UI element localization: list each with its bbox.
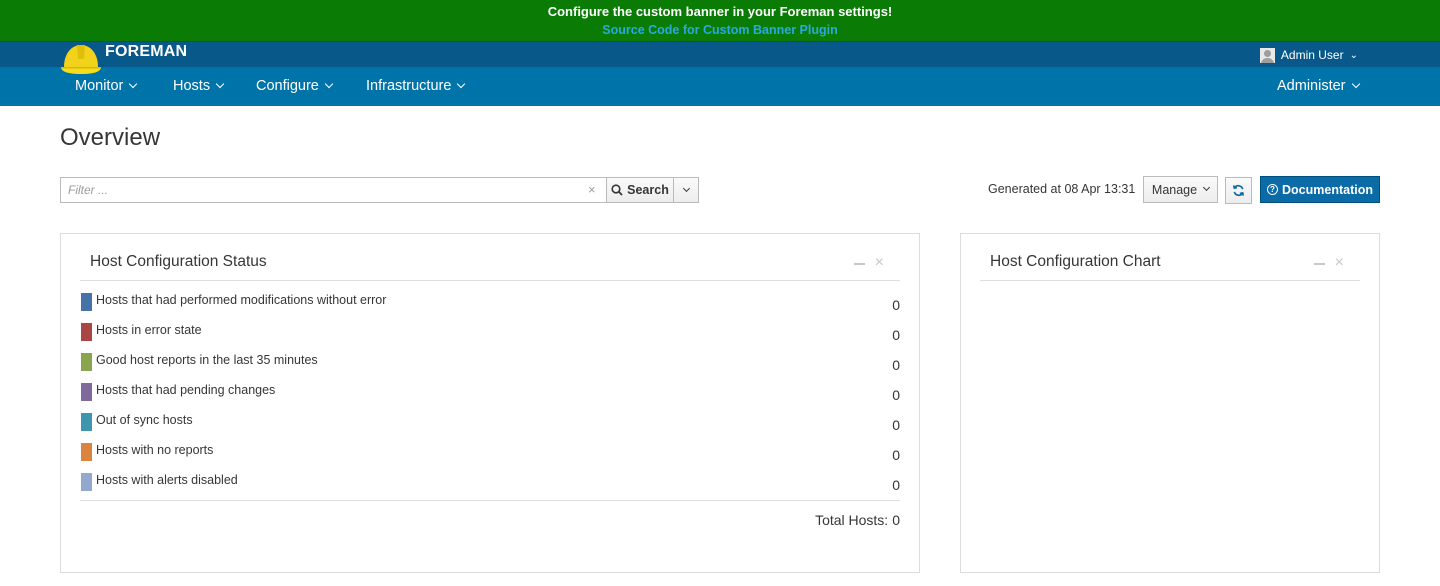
chevron-down-icon: [129, 79, 138, 89]
banner-message: Configure the custom banner in your Fore…: [547, 4, 893, 19]
legend-swatch: [81, 383, 92, 401]
status-count: 0: [892, 417, 900, 433]
chevron-down-icon: [682, 184, 690, 192]
chevron-down-icon: ⌄: [1349, 49, 1358, 61]
status-count: 0: [892, 447, 900, 463]
widget-title: Host Configuration Status: [90, 253, 267, 270]
banner-source-link[interactable]: Source Code for Custom Banner Plugin: [0, 23, 1440, 37]
nav-infrastructure[interactable]: Infrastructure: [366, 67, 466, 106]
status-label[interactable]: Hosts with no reports: [96, 443, 213, 457]
help-icon: ?: [1267, 184, 1278, 195]
generated-timestamp: Generated at 08 Apr 13:31: [988, 182, 1136, 196]
total-hosts: Total Hosts: 0: [815, 512, 900, 528]
legend-swatch: [81, 473, 92, 491]
status-row: Hosts that had performed modifications w…: [80, 291, 900, 315]
search-icon: [611, 184, 623, 196]
status-row: Hosts with alerts disabled 0: [80, 471, 900, 495]
documentation-button[interactable]: ? Documentation: [1260, 176, 1380, 203]
legend-swatch: [81, 323, 92, 341]
status-label[interactable]: Good host reports in the last 35 minutes: [96, 353, 318, 367]
total-hosts-label: Total Hosts:: [815, 512, 889, 528]
host-configuration-status-widget: Host Configuration Status × Hosts that h…: [60, 233, 920, 573]
status-row: Hosts with no reports 0: [80, 441, 900, 465]
status-row: Out of sync hosts 0: [80, 411, 900, 435]
clear-search-icon[interactable]: ×: [588, 182, 596, 197]
refresh-button[interactable]: [1225, 177, 1252, 204]
status-row: Hosts in error state 0: [80, 321, 900, 345]
divider: [80, 500, 900, 501]
legend-swatch: [81, 413, 92, 431]
status-count: 0: [892, 477, 900, 493]
user-avatar-icon: [1259, 47, 1275, 63]
status-label[interactable]: Hosts that had pending changes: [96, 383, 275, 397]
user-menu[interactable]: Admin User ⌄: [1259, 47, 1358, 63]
refresh-icon: [1232, 184, 1245, 197]
chevron-down-icon: [457, 79, 466, 89]
minimize-icon[interactable]: [1314, 263, 1325, 265]
status-count: 0: [892, 387, 900, 403]
nav-configure[interactable]: Configure: [256, 67, 334, 106]
nav-administer-label: Administer: [1277, 78, 1346, 94]
chevron-down-icon: [1351, 79, 1360, 89]
top-utility-bar: Admin User ⌄: [0, 41, 1440, 67]
search-bar: × Search: [60, 177, 699, 203]
status-count: 0: [892, 297, 900, 313]
status-label[interactable]: Hosts that had performed modifications w…: [96, 293, 386, 307]
chevron-down-icon: [215, 79, 225, 89]
nav-infrastructure-label: Infrastructure: [366, 78, 452, 94]
status-label[interactable]: Hosts in error state: [96, 323, 202, 337]
search-button[interactable]: Search: [606, 177, 674, 203]
legend-swatch: [81, 353, 92, 371]
search-bookmarks-dropdown[interactable]: [674, 177, 699, 203]
user-name: Admin User: [1280, 48, 1344, 62]
widget-header: Host Configuration Status ×: [80, 234, 900, 281]
status-row: Hosts that had pending changes 0: [80, 381, 900, 405]
nav-configure-label: Configure: [256, 78, 319, 94]
minimize-icon[interactable]: [854, 263, 865, 265]
main-navbar: Monitor Hosts Configure Infrastructure A…: [0, 67, 1440, 106]
nav-administer[interactable]: Administer: [1277, 67, 1360, 106]
documentation-button-label: Documentation: [1282, 182, 1373, 197]
widget-header: Host Configuration Chart ×: [980, 234, 1360, 281]
widget-title: Host Configuration Chart: [990, 253, 1161, 270]
search-input[interactable]: [60, 177, 606, 203]
host-configuration-chart-widget: Host Configuration Chart ×: [960, 233, 1380, 573]
manage-button[interactable]: Manage: [1143, 176, 1218, 203]
nav-hosts-label: Hosts: [173, 78, 211, 94]
status-label[interactable]: Out of sync hosts: [96, 413, 193, 427]
hard-hat-icon: [61, 45, 101, 74]
close-icon[interactable]: ×: [1335, 253, 1344, 273]
status-label[interactable]: Hosts with alerts disabled: [96, 473, 238, 487]
manage-button-label: Manage: [1151, 182, 1198, 197]
status-count: 0: [892, 327, 900, 343]
status-row: Good host reports in the last 35 minutes…: [80, 351, 900, 375]
chevron-down-icon: [1203, 183, 1211, 192]
total-hosts-value: 0: [892, 512, 900, 528]
chevron-down-icon: [324, 79, 334, 89]
page-title: Overview: [60, 124, 161, 151]
search-button-label: Search: [627, 183, 669, 197]
custom-banner: Configure the custom banner in your Fore…: [0, 0, 1440, 41]
brand-name: FOREMAN: [105, 43, 188, 60]
nav-hosts[interactable]: Hosts: [173, 67, 225, 106]
nav-monitor-label: Monitor: [75, 78, 124, 94]
status-count: 0: [892, 357, 900, 373]
legend-swatch: [81, 293, 92, 311]
close-icon[interactable]: ×: [875, 253, 884, 273]
legend-swatch: [81, 443, 92, 461]
